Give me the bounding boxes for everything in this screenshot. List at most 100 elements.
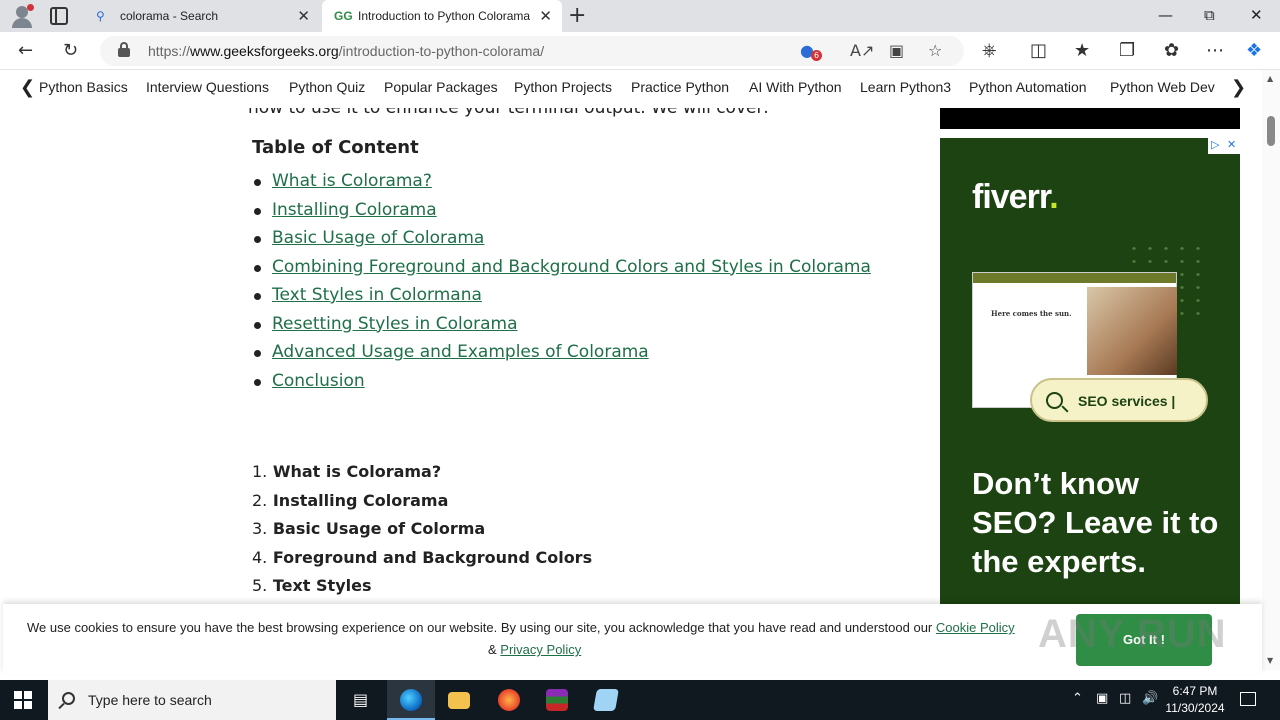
- ad-choices[interactable]: ▷ ✕: [1208, 138, 1240, 154]
- firefox-icon[interactable]: [485, 680, 533, 720]
- copilot-icon[interactable]: ❖: [1246, 40, 1262, 61]
- more-menu-icon[interactable]: ⋯: [1206, 40, 1224, 61]
- toc-link[interactable]: Installing Colorama: [254, 200, 871, 229]
- search-icon: [1046, 392, 1063, 409]
- windows-taskbar: Type here to search ▤ ⌃ ▣ ◫ 🔊 6:47 PM 11…: [0, 680, 1280, 720]
- taskbar-search-placeholder: Type here to search: [88, 692, 212, 708]
- nav-learn-python3[interactable]: Learn Python3: [860, 79, 951, 95]
- address-bar-row: ← ↻ https://www.geeksforgeeks.org/introd…: [0, 32, 1280, 70]
- close-tab-icon[interactable]: ✕: [539, 7, 552, 25]
- ad-close-icon[interactable]: ✕: [1227, 138, 1236, 151]
- lock-icon[interactable]: [118, 42, 130, 57]
- refresh-icon[interactable]: ↻: [63, 40, 78, 61]
- tab-strip: ⚲ colorama - Search ✕ GG Introduction to…: [0, 0, 1280, 32]
- list-item: 1. What is Colorama?: [252, 462, 442, 481]
- tab-colorama[interactable]: GG Introduction to Python Colorama ✕: [322, 0, 562, 32]
- ad-search-pill: SEO services |: [1030, 378, 1208, 422]
- favorite-star-icon[interactable]: ☆: [928, 41, 942, 60]
- search-icon: ⚲: [96, 9, 105, 23]
- scroll-up-icon[interactable]: ▲: [1267, 74, 1273, 83]
- scroll-thumb[interactable]: [1267, 116, 1275, 146]
- geeksforgeeks-logo-icon: GG: [334, 9, 353, 23]
- tab-search[interactable]: ⚲ colorama - Search ✕: [84, 0, 320, 32]
- minimize-icon[interactable]: —: [1158, 6, 1173, 24]
- ad-info-icon[interactable]: ▷: [1211, 138, 1219, 151]
- fiverr-ad[interactable]: ▷ ✕ fiverr. Here comes the sun. SEO serv…: [940, 138, 1240, 604]
- cookie-banner: We use cookies to ensure you have the be…: [3, 604, 1262, 674]
- close-tab-icon[interactable]: ✕: [297, 7, 310, 25]
- edge-taskbar-icon[interactable]: [387, 680, 435, 720]
- nav-practice-python[interactable]: Practice Python: [631, 79, 729, 95]
- nav-python-web-dev[interactable]: Python Web Dev: [1110, 79, 1215, 95]
- ad-search-text: SEO services |: [1078, 393, 1176, 409]
- read-aloud-icon[interactable]: A↗: [850, 41, 874, 60]
- vertical-scrollbar[interactable]: ▲ ▼: [1262, 70, 1280, 670]
- notifications-icon[interactable]: [1240, 692, 1256, 706]
- toc-link[interactable]: Advanced Usage and Examples of Colorama: [254, 342, 871, 371]
- list-item: 3. Basic Usage of Colorma: [252, 519, 486, 538]
- search-icon: [62, 692, 75, 705]
- cookie-policy-link[interactable]: Cookie Policy: [936, 620, 1015, 635]
- close-window-icon[interactable]: ✕: [1250, 6, 1263, 24]
- profile-icon[interactable]: [8, 4, 36, 28]
- tab-title: Introduction to Python Colorama: [358, 9, 531, 23]
- notepad-icon[interactable]: [582, 680, 630, 720]
- fiverr-logo: fiverr.: [972, 178, 1059, 216]
- immersive-reader-icon[interactable]: ▣: [889, 41, 904, 60]
- nav-python-quiz[interactable]: Python Quiz: [289, 79, 365, 95]
- winrar-icon[interactable]: [533, 680, 581, 720]
- nav-python-projects[interactable]: Python Projects: [514, 79, 612, 95]
- privacy-policy-link[interactable]: Privacy Policy: [500, 642, 581, 657]
- intro-text: how to use it to enhance your terminal o…: [248, 108, 769, 118]
- taskbar-search[interactable]: Type here to search: [48, 680, 336, 720]
- nav-right-arrow-icon[interactable]: ❯: [1231, 77, 1246, 98]
- windows-start-icon[interactable]: [14, 691, 32, 709]
- toc-link[interactable]: Combining Foreground and Background Colo…: [254, 257, 871, 286]
- cookie-message: We use cookies to ensure you have the be…: [27, 620, 1015, 635]
- nav-python-basics[interactable]: Python Basics: [39, 79, 128, 95]
- nav-left-arrow-icon[interactable]: ❮: [20, 77, 35, 98]
- split-screen-icon[interactable]: ◫: [1030, 40, 1047, 61]
- list-item: 5. Text Styles: [252, 576, 372, 595]
- toc-list: What is Colorama? Installing Colorama Ba…: [254, 171, 871, 400]
- nav-python-automation[interactable]: Python Automation: [969, 79, 1087, 95]
- clock-time: 6:47 PM: [1172, 684, 1218, 698]
- restore-icon[interactable]: ⧉: [1204, 6, 1215, 24]
- mockup-title: Here comes the sun.: [991, 309, 1072, 318]
- address-bar[interactable]: https://www.geeksforgeeks.org/introducti…: [100, 36, 964, 66]
- extensions-icon[interactable]: ⎈: [982, 40, 996, 61]
- toc-link[interactable]: Conclusion: [254, 371, 871, 400]
- collections-icon[interactable]: ❐: [1119, 40, 1135, 61]
- site-nav: ❮ Python Basics Interview Questions Pyth…: [0, 70, 1262, 108]
- tab-actions-icon[interactable]: [50, 7, 68, 25]
- mockup-photo: [1087, 287, 1177, 375]
- tray-device-icon[interactable]: ▣: [1096, 691, 1108, 706]
- network-icon[interactable]: ◫: [1119, 691, 1131, 706]
- tray-chevron-icon[interactable]: ⌃: [1072, 691, 1083, 706]
- toc-link[interactable]: Text Styles in Colormana: [254, 285, 871, 314]
- nav-interview-questions[interactable]: Interview Questions: [146, 79, 269, 95]
- back-icon[interactable]: ←: [18, 40, 33, 61]
- nav-popular-packages[interactable]: Popular Packages: [384, 79, 498, 95]
- article-content: how to use it to enhance your terminal o…: [0, 108, 1262, 604]
- cookie-message-2: & Privacy Policy: [488, 642, 582, 657]
- tab-title: colorama - Search: [120, 9, 219, 23]
- task-view-icon[interactable]: ▤: [338, 680, 386, 720]
- numbered-list: 1. What is Colorama? 2. Installing Color…: [252, 462, 592, 604]
- performance-icon[interactable]: ✿: [1164, 40, 1179, 61]
- toc-link[interactable]: What is Colorama?: [254, 171, 871, 200]
- ad-top-strip: [940, 108, 1240, 129]
- url-text[interactable]: https://www.geeksforgeeks.org/introducti…: [148, 43, 544, 59]
- volume-icon[interactable]: 🔊: [1142, 691, 1158, 706]
- taskbar-clock[interactable]: 6:47 PM 11/30/2024: [1160, 683, 1230, 717]
- list-item: 4. Foreground and Background Colors: [252, 547, 593, 567]
- toc-link[interactable]: Basic Usage of Colorama: [254, 228, 871, 257]
- nav-ai-with-python[interactable]: AI With Python: [749, 79, 842, 95]
- file-explorer-icon[interactable]: [435, 680, 483, 720]
- toc-link[interactable]: Resetting Styles in Colorama: [254, 314, 871, 343]
- scroll-down-icon[interactable]: ▼: [1267, 656, 1273, 665]
- list-item: 2. Installing Colorama: [252, 490, 449, 510]
- new-tab-button[interactable]: +: [568, 3, 586, 28]
- ad-headline: Don’t know SEO? Leave it to the experts.: [972, 466, 1219, 579]
- favorites-icon[interactable]: ★: [1074, 40, 1090, 61]
